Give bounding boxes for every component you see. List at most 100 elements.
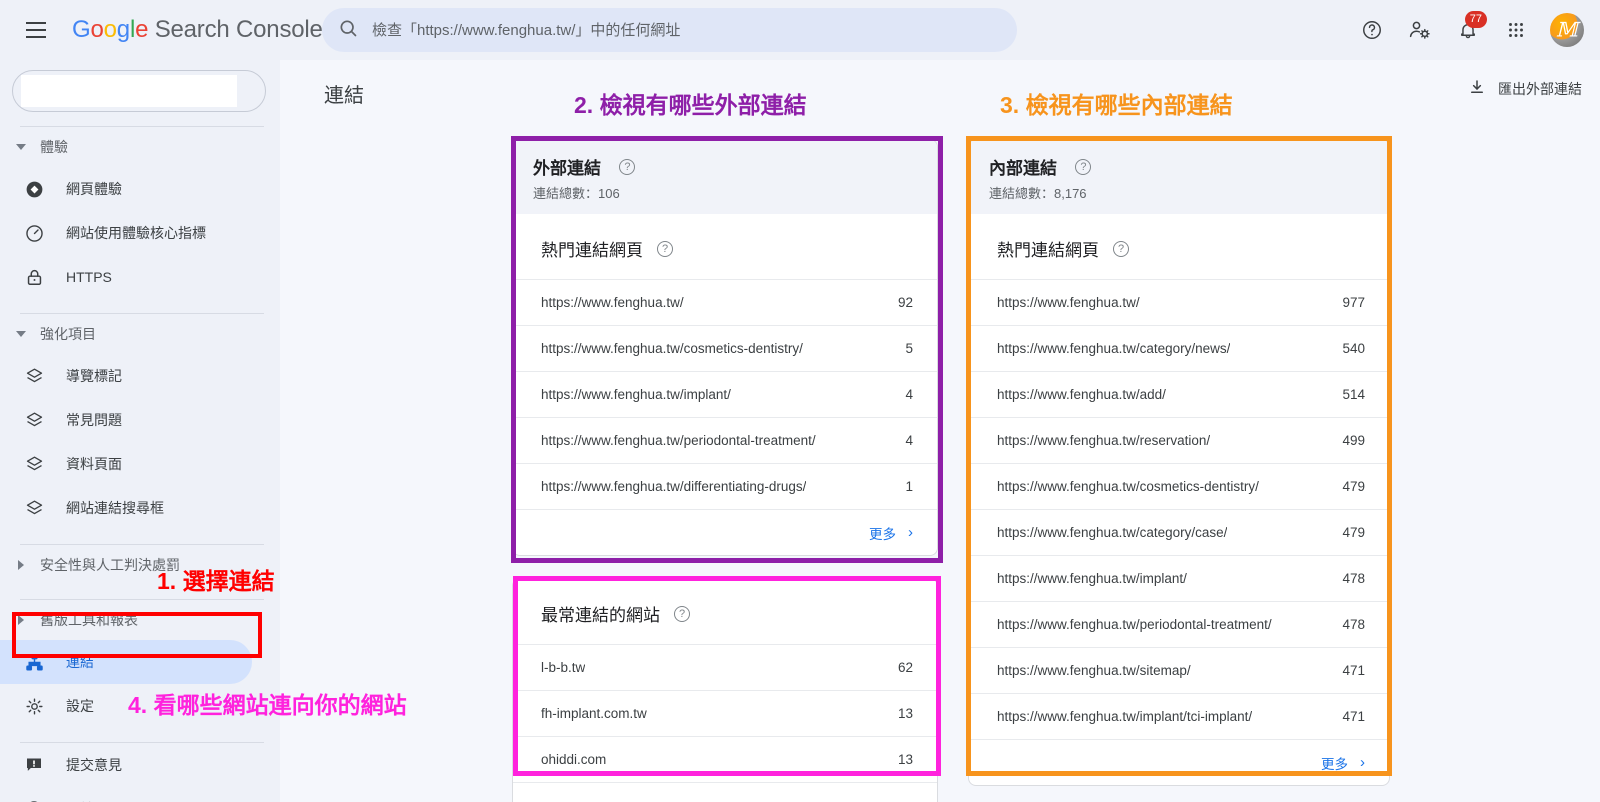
sidebar-item-feedback[interactable]: 提交意見 <box>0 743 280 787</box>
download-icon <box>1468 78 1486 99</box>
row-url: https://www.fenghua.tw/cosmetics-dentist… <box>541 341 803 356</box>
row-value: 13 <box>897 706 913 721</box>
external-links-title: 外部連結 <box>533 159 601 178</box>
internal-top-pages-list: https://www.fenghua.tw/ 977 https://www.… <box>969 279 1389 785</box>
table-row[interactable]: https://www.fenghua.tw/implant/tci-impla… <box>969 693 1389 739</box>
sidebar-item-core-web-vitals[interactable]: 網站使用體驗核心指標 <box>0 211 280 255</box>
internal-links-title: 內部連結 <box>989 159 1057 178</box>
property-selector[interactable] <box>12 70 266 112</box>
table-row[interactable]: https://www.fenghua.tw/ 92 <box>513 279 937 325</box>
row-value: 977 <box>1342 295 1365 310</box>
sidebar-item-label: 資料頁面 <box>66 456 122 472</box>
external-links-card-header: 外部連結 ? 連結總數：106 <box>513 140 937 214</box>
internal-links-card: 內部連結 ? 連結總數：8,176 熱門連結網頁 ? https://www.f… <box>968 139 1390 786</box>
row-url: https://www.fenghua.tw/sitemap/ <box>997 663 1191 678</box>
help-icon[interactable]: ? <box>657 240 673 257</box>
sidebar-item-dataset[interactable]: 資料頁面 <box>0 442 280 486</box>
inspect-url-search[interactable] <box>322 8 1017 52</box>
row-value: 478 <box>1342 571 1365 586</box>
notification-badge: 77 <box>1464 11 1487 28</box>
annotation-step1: 1. 選擇連結 <box>157 568 275 594</box>
table-row[interactable]: https://www.fenghua.tw/reservation/ 499 <box>969 417 1389 463</box>
sidebar-item-label: 常見問題 <box>66 412 122 428</box>
row-url: https://www.fenghua.tw/periodontal-treat… <box>997 617 1272 632</box>
row-url: https://www.fenghua.tw/category/news/ <box>997 341 1231 356</box>
row-url: https://www.fenghua.tw/implant/ <box>997 571 1187 586</box>
sidebar-item-label: 網站連結搜尋框 <box>66 500 164 516</box>
gear-icon <box>22 694 46 718</box>
annotation-step2: 2. 檢視有哪些外部連結 <box>574 92 807 118</box>
table-row[interactable]: https://www.fenghua.tw/periodontal-treat… <box>969 601 1389 647</box>
sidebar-item-label: 網站使用體驗核心指標 <box>66 225 206 241</box>
help-icon[interactable]: ? <box>619 158 636 175</box>
layers-icon <box>22 452 46 476</box>
help-icon[interactable]: ? <box>674 605 690 622</box>
row-value: 471 <box>1342 709 1365 724</box>
sidebar-group-legacy-tools[interactable]: 舊版工具和報表 <box>0 600 280 640</box>
menu-icon[interactable] <box>16 10 56 50</box>
row-url: https://www.fenghua.tw/differentiating-d… <box>541 479 807 494</box>
row-url: l-b-b.tw <box>541 660 586 675</box>
chevron-down-icon <box>16 144 26 150</box>
table-row[interactable]: https://www.fenghua.tw/ 977 <box>969 279 1389 325</box>
sidebar-item-links[interactable]: 連結 <box>0 640 252 684</box>
table-row[interactable]: https://www.fenghua.tw/cosmetics-dentist… <box>513 325 937 371</box>
sidebar-group-label: 體驗 <box>40 139 68 155</box>
help-icon[interactable]: ? <box>1075 158 1092 175</box>
table-row[interactable]: l-b-b.tw 62 <box>513 644 937 690</box>
table-row[interactable]: https://www.fenghua.tw/implant/ 4 <box>513 371 937 417</box>
row-url: ohiddi.com <box>541 752 607 767</box>
avatar[interactable] <box>1550 13 1584 47</box>
row-url: https://www.fenghua.tw/reservation/ <box>997 433 1211 448</box>
sidebar-group-label: 強化項目 <box>40 326 96 342</box>
internal-top-pages-title: 熱門連結網頁 ? <box>969 214 1389 279</box>
export-external-links-button[interactable]: 匯出外部連結 <box>1468 78 1582 99</box>
row-value: 540 <box>1342 341 1365 356</box>
top-right-actions: 77 <box>1350 0 1590 60</box>
sidebar-group-experience[interactable]: 體驗 <box>0 127 280 167</box>
table-row[interactable]: https://www.fenghua.tw/differentiating-d… <box>513 463 937 509</box>
table-row[interactable]: https://www.fenghua.tw/periodontal-treat… <box>513 417 937 463</box>
export-label: 匯出外部連結 <box>1498 80 1582 97</box>
app-root: Google Search Console 檢查「https://www.fen… <box>0 0 1600 802</box>
sidebar-group-enhancements[interactable]: 強化項目 <box>0 314 280 354</box>
sidebar-item-https[interactable]: HTTPS <box>0 255 280 299</box>
table-row[interactable]: https://www.fenghua.tw/add/ 514 <box>969 371 1389 417</box>
sidebar-item-faq[interactable]: 常見問題 <box>0 398 280 442</box>
sidebar-item-about[interactable]: 關於 Search Console <box>0 787 280 802</box>
row-value: 479 <box>1342 479 1365 494</box>
help-icon[interactable] <box>1350 8 1394 52</box>
account-settings-icon[interactable] <box>1398 8 1442 52</box>
table-row[interactable]: https://www.fenghua.tw/sitemap/ 471 <box>969 647 1389 693</box>
sidebar-item-breadcrumbs[interactable]: 導覽標記 <box>0 354 280 398</box>
table-row[interactable]: https://www.fenghua.tw/category/case/ 47… <box>969 509 1389 555</box>
table-row[interactable]: https://www.fenghua.tw/cosmetics-dentist… <box>969 463 1389 509</box>
chevron-right-icon <box>18 615 24 625</box>
apps-grid-icon[interactable] <box>1494 8 1538 52</box>
sidebar-item-label: 網頁體驗 <box>66 181 122 197</box>
table-row[interactable]: fh-implant.com.tw 13 <box>513 690 937 736</box>
notifications-icon[interactable]: 77 <box>1446 8 1490 52</box>
help-icon[interactable]: ? <box>1113 240 1129 257</box>
annotation-step4: 4. 看哪些網站連向你的網站 <box>128 692 407 718</box>
table-row[interactable]: https://www.fenghua.tw/implant/ 478 <box>969 555 1389 601</box>
feedback-icon <box>22 753 46 777</box>
property-value-redacted <box>21 75 237 107</box>
search-input[interactable] <box>372 21 972 39</box>
row-value: 1 <box>905 479 913 494</box>
search-icon <box>338 18 358 43</box>
table-row[interactable]: ohiddi.com 13 <box>513 736 937 782</box>
row-value: 4 <box>905 387 913 402</box>
internal-more-link[interactable]: 更多 › <box>969 739 1389 785</box>
row-value: 92 <box>897 295 913 310</box>
sidebar-item-page-experience[interactable]: 網頁體驗 <box>0 167 280 211</box>
sidebar-item-sitelinks-searchbox[interactable]: 網站連結搜尋框 <box>0 486 280 530</box>
table-row[interactable] <box>513 782 937 802</box>
table-row[interactable]: https://www.fenghua.tw/category/news/ 54… <box>969 325 1389 371</box>
google-wordmark: Google <box>72 16 149 43</box>
top-linking-sites-card: 最常連結的網站 ? l-b-b.tw 62 fh-implant.com.tw … <box>512 578 938 802</box>
sidebar-item-label: 提交意見 <box>66 757 122 773</box>
external-more-link[interactable]: 更多 › <box>513 509 937 555</box>
row-url: https://www.fenghua.tw/cosmetics-dentist… <box>997 479 1259 494</box>
core-web-vitals-icon <box>22 221 46 245</box>
